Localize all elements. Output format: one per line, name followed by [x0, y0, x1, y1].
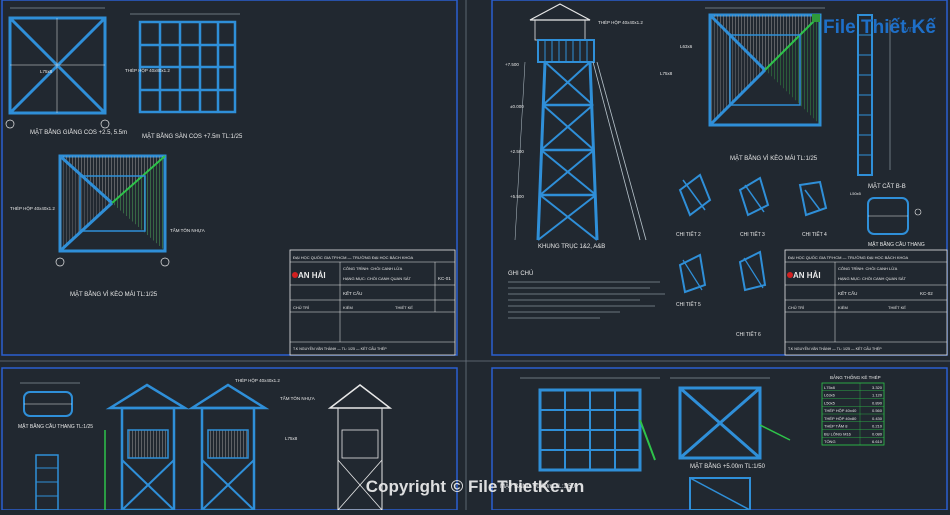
logo-suffix: .vn	[902, 24, 914, 34]
tb1-sheet-no: KC-01	[438, 276, 451, 281]
schedule-cell-value: 6.610	[872, 439, 883, 444]
title-detail-2: CHI TIẾT 2	[676, 231, 701, 238]
tb2-sheet-no: KC-02	[920, 291, 933, 296]
title-plan-floor: MẶT BẰNG SÀN COS +7.5m TL:1/25	[142, 132, 243, 140]
title-tower-frame: KHUNG TRỤC 1&2, A&B	[538, 244, 605, 250]
section-b-b	[857, 14, 891, 176]
steel-schedule-table: BẢNG THỐNG KÊ THÉP L75x8 3.320L63x6 1.120L…	[821, 373, 885, 446]
callout-bl-2: L75x8	[285, 436, 298, 441]
title-section-bb: MẶT CẮT B-B	[868, 182, 906, 190]
title-plan-5m: MẶT BẰNG +5.00m TL:1/50	[690, 462, 766, 470]
tb1-row-label-1: KIỂM	[343, 305, 353, 310]
schedule-cell-value: 0.560	[872, 408, 883, 413]
cad-sheet-canvas: MẶT BẰNG GIẰNG COS +2.5, 5.5m MẶT BẰNG S…	[0, 0, 950, 512]
stair-elevation-bl	[35, 454, 59, 511]
plan-roof-truss-left	[55, 154, 170, 267]
schedule-cell-value: 0.430	[872, 416, 883, 421]
callout-tr-4: ±0.000	[510, 104, 524, 109]
tb1-company-logo-icon	[292, 272, 298, 278]
title-stair-plan-tr: MẶT BẰNG CẦU THANG	[868, 240, 925, 248]
watermark-logo: File Thiết Kế .vn	[812, 14, 936, 38]
title-detail-5: CHI TIẾT 5	[676, 301, 701, 308]
callout-tr-1: L75x8	[660, 71, 673, 76]
schedule-cell-name: L50x5	[824, 400, 836, 405]
tb1-header: ĐẠI HỌC QUỐC GIA TP.HCM — TRƯỜNG ĐẠI HỌC…	[293, 255, 414, 260]
schedule-rows: L75x8 3.320 L63x6 1.120 L50x5 0.890 THÉP HỘP 4…	[822, 383, 884, 446]
callout-tr-7: +7.500	[505, 62, 519, 67]
copyright-watermark: Copyright © FileThietKe.vn	[366, 477, 584, 496]
tb1-project: CÔNG TRÌNH: CHÒI CANH LỬA	[343, 266, 403, 271]
schedule-title: BẢNG THỐNG KÊ THÉP	[830, 373, 881, 380]
notes-title: GHI CHÚ	[508, 270, 533, 277]
tb1-item: HẠNG MỤC: CHÒI CANH QUAN SÁT	[343, 276, 412, 281]
schedule-cell-value: 0.210	[872, 424, 883, 429]
schedule-cell-name: THÉP TẤM 8	[824, 424, 848, 429]
callout-tl-3: THÉP HỘP 40x80x1.2	[125, 67, 170, 73]
callout-tl-0: THÉP HỘP 40x40x1.2	[10, 205, 55, 211]
plan-base-br	[520, 377, 660, 472]
stair-plan-small	[867, 197, 922, 235]
callout-tr-5: +2.500	[510, 149, 524, 154]
tower-elevation	[514, 3, 647, 241]
stair-plan-bl	[20, 382, 80, 417]
tb1-company: AN HẢI	[298, 271, 326, 280]
callout-tr-0: THÉP HỘP 40x40x1.2	[598, 19, 643, 25]
cabin-elevation-1	[104, 383, 190, 512]
title-stair-plan-bl: MẶT BẰNG CẦU THANG TL:1/25	[18, 422, 93, 430]
tb2-header: ĐẠI HỌC QUỐC GIA TP.HCM — TRƯỜNG ĐẠI HỌC…	[788, 255, 909, 260]
schedule-cell-name: THÉP HỘP 40x40	[824, 408, 857, 413]
tb2-row-label-1: KIỂM	[838, 305, 848, 310]
schedule-cell-name: L63x6	[824, 393, 836, 398]
tb1-footer: T.K NGUYỄN VĂN THÀNH — TL: 1/25 — KẾT CẤ…	[293, 346, 387, 351]
tb2-item: HẠNG MỤC: CHÒI CANH QUAN SÁT	[838, 276, 907, 281]
tb2-row-label-0: CHỦ TRÌ	[788, 305, 804, 310]
plan-bracing-diagonal	[5, 7, 110, 129]
callout-tr-6: +5.500	[510, 194, 524, 199]
title-detail-4: CHI TIẾT 4	[802, 231, 827, 238]
callout-tr-2: L50x5	[850, 191, 862, 196]
title-block-2: ĐẠI HỌC QUỐC GIA TP.HCM — TRƯỜNG ĐẠI HỌC…	[784, 249, 948, 356]
callout-tr-3: L63x6	[680, 44, 693, 49]
plan-floor-grid	[130, 13, 240, 114]
schedule-cell-name: L75x8	[824, 385, 836, 390]
details-2-4	[678, 173, 828, 217]
tb1-row-label-2: THIẾT KẾ	[395, 305, 413, 310]
tb1-row-label-0: CHỦ TRÌ	[293, 305, 309, 310]
tb2-company: AN HẢI	[793, 271, 821, 280]
logo-text: File Thiết Kế	[823, 17, 936, 38]
schedule-cell-value: 0.080	[872, 431, 883, 436]
cad-drawing-viewport: MẶT BẰNG GIẰNG COS +2.5, 5.5m MẶT BẰNG S…	[0, 0, 950, 512]
tb2-company-logo-icon	[787, 272, 793, 278]
plan-bracing-br	[670, 377, 791, 511]
schedule-cell-name: THÉP HỘP 40x80	[824, 416, 857, 421]
tb2-project: CÔNG TRÌNH: CHÒI CANH LỬA	[838, 266, 898, 271]
schedule-cell-name: BU LÔNG M16	[824, 431, 852, 436]
callout-tl-1: L75x8	[40, 69, 53, 74]
callout-bl-1: TẤM TÔN NHỰA	[280, 395, 315, 401]
details-5-6	[678, 250, 767, 294]
title-detail-6: CHI TIẾT 6	[736, 331, 761, 338]
tb2-sheet-title: KẾT CẤU	[838, 290, 857, 296]
cabin-elevation-2	[187, 383, 270, 512]
schedule-cell-value: 1.120	[872, 393, 883, 398]
title-block-1: ĐẠI HỌC QUỐC GIA TP.HCM — TRƯỜNG ĐẠI HỌC…	[289, 249, 456, 356]
plan-roof-truss-right	[705, 7, 825, 127]
callout-bl-0: THÉP HỘP 40x40x1.2	[235, 377, 280, 383]
title-plan-bracing: MẶT BẰNG GIẰNG COS +2.5, 5.5m	[30, 128, 127, 136]
tb2-row-label-2: THIẾT KẾ	[888, 305, 906, 310]
tb2-footer: T.K NGUYỄN VĂN THÀNH — TL: 1/25 — KẾT CẤ…	[788, 346, 882, 351]
logo-mark-icon	[812, 14, 820, 22]
schedule-cell-name: TỔNG	[824, 439, 836, 444]
schedule-cell-value: 0.890	[872, 400, 883, 405]
title-roof-plan-right: MẶT BẰNG VÌ KÈO MÁI TL:1/25	[730, 154, 818, 162]
title-detail-3: CHI TIẾT 3	[740, 231, 765, 238]
notes-block: GHI CHÚ	[508, 270, 665, 319]
callout-tl-4: TẤM TÔN NHỰA	[170, 227, 205, 233]
tb1-sheet-title: KẾT CẤU	[343, 290, 362, 296]
title-plan-roof: MẶT BẰNG VÌ KÈO MÁI TL:1/25	[70, 290, 158, 298]
schedule-cell-value: 3.320	[872, 385, 883, 390]
